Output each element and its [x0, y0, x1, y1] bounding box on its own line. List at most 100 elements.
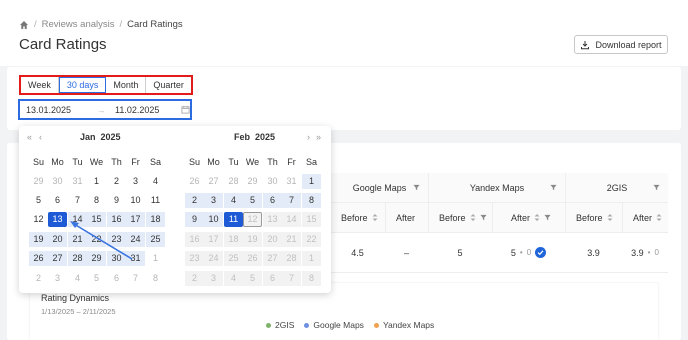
filter-icon[interactable]	[653, 184, 660, 191]
calendar-day[interactable]: 1	[302, 174, 321, 189]
calendar-day[interactable]: 21	[68, 232, 87, 247]
calendar-day[interactable]: 10	[126, 193, 145, 208]
legend-item-2gis[interactable]: 2GIS	[266, 320, 294, 330]
sort-icon[interactable]	[607, 213, 613, 222]
col-2gis-before[interactable]: Before	[565, 203, 622, 233]
range-end-input[interactable]: 11.02.2025	[115, 105, 175, 115]
sort-icon[interactable]	[656, 213, 662, 222]
calendar-day[interactable]: 7	[126, 271, 145, 286]
calendar-day[interactable]: 6	[107, 271, 126, 286]
col-yandex-after[interactable]: After	[492, 203, 565, 233]
calendar-day[interactable]: 18	[146, 212, 165, 227]
calendar-day[interactable]: 8	[302, 193, 321, 208]
calendar-day[interactable]: 28	[68, 251, 87, 266]
period-selector: Week 30 days Month Quarter	[19, 75, 193, 95]
calendar-day[interactable]: 7	[68, 193, 87, 208]
sort-icon[interactable]	[470, 213, 476, 222]
calendar-day[interactable]: 10	[204, 212, 223, 227]
calendar-day[interactable]: 30	[263, 174, 282, 189]
calendar-day[interactable]: 26	[185, 174, 204, 189]
calendar-day[interactable]: 1	[146, 251, 165, 266]
calendar-day: 8	[302, 271, 321, 286]
calendar-day[interactable]: 9	[185, 212, 204, 227]
breadcrumb-parent[interactable]: Reviews analysis	[42, 19, 115, 30]
calendar-day[interactable]: 26	[29, 251, 48, 266]
calendar-day[interactable]: 31	[126, 251, 145, 266]
calendar-day[interactable]: 16	[107, 212, 126, 227]
calendar-day[interactable]: 27	[48, 251, 67, 266]
calendar-day[interactable]: 28	[224, 174, 243, 189]
calendar-day[interactable]: 7	[282, 193, 301, 208]
download-report-button[interactable]: Download report	[574, 35, 668, 54]
calendar-day[interactable]: 19	[29, 232, 48, 247]
sort-icon[interactable]	[534, 213, 540, 222]
calendar-day[interactable]: 4	[68, 271, 87, 286]
calendar-day[interactable]: 13	[48, 212, 67, 227]
calendar-day[interactable]: 9	[107, 193, 126, 208]
calendar-day[interactable]: 3	[204, 193, 223, 208]
prev-year-icon[interactable]: «	[27, 132, 32, 142]
calendar-day[interactable]: 31	[282, 174, 301, 189]
calendar-day[interactable]: 4	[224, 193, 243, 208]
period-week[interactable]: Week	[21, 77, 59, 93]
calendar-day[interactable]: 5	[29, 193, 48, 208]
calendar-day[interactable]: 12	[29, 212, 48, 227]
calendar-day[interactable]: 6	[48, 193, 67, 208]
calendar-day[interactable]: 29	[243, 174, 262, 189]
range-start-input[interactable]: 13.01.2025	[26, 105, 92, 115]
calendar-day[interactable]: 27	[204, 174, 223, 189]
col-2gis-after[interactable]: After	[622, 203, 668, 233]
weekday-left-we: We	[89, 157, 104, 167]
filter-icon[interactable]	[544, 213, 551, 222]
calendar-day: 20	[263, 232, 282, 247]
calendar-day[interactable]: 20	[48, 232, 67, 247]
calendar-day[interactable]: 2	[185, 193, 204, 208]
date-range-picker[interactable]: 13.01.2025 → 11.02.2025	[18, 99, 192, 120]
calendar-day[interactable]: 25	[146, 232, 165, 247]
col-google-before[interactable]: Before	[330, 203, 385, 233]
col-google-after[interactable]: After	[385, 203, 428, 233]
calendar-day[interactable]: 24	[126, 232, 145, 247]
calendar-day[interactable]: 29	[87, 251, 106, 266]
calendar-day[interactable]: 30	[48, 174, 67, 189]
filter-icon[interactable]	[413, 184, 420, 191]
legend-item-yandex-maps[interactable]: Yandex Maps	[373, 320, 434, 330]
calendar-day[interactable]: 3	[48, 271, 67, 286]
calendar-day[interactable]: 8	[87, 193, 106, 208]
calendar-day[interactable]: 30	[107, 251, 126, 266]
prev-month-icon[interactable]: ‹	[39, 132, 42, 142]
calendar-day: 23	[185, 251, 204, 266]
calendar-day[interactable]: 5	[87, 271, 106, 286]
calendar-day[interactable]: 3	[126, 174, 145, 189]
calendar-day[interactable]: 22	[87, 232, 106, 247]
calendar-day[interactable]: 2	[107, 174, 126, 189]
col-yandex-before[interactable]: Before	[428, 203, 492, 233]
calendar-day[interactable]: 15	[87, 212, 106, 227]
calendar-day: 24	[204, 251, 223, 266]
calendar-day[interactable]: 8	[146, 271, 165, 286]
calendar-day[interactable]: 23	[107, 232, 126, 247]
period-30-days[interactable]: 30 days	[58, 77, 107, 93]
calendar-day[interactable]: 29	[29, 174, 48, 189]
filter-icon[interactable]	[479, 213, 487, 222]
sort-icon[interactable]	[372, 213, 378, 222]
home-icon[interactable]	[19, 20, 29, 30]
active-input-underline	[19, 118, 89, 120]
calendar-day[interactable]: 17	[126, 212, 145, 227]
legend-item-google-maps[interactable]: Google Maps	[304, 320, 364, 330]
next-month-icon[interactable]: ›	[307, 132, 310, 142]
next-year-icon[interactable]: »	[316, 132, 321, 142]
period-month[interactable]: Month	[106, 77, 147, 93]
calendar-day[interactable]: 2	[29, 271, 48, 286]
filter-icon[interactable]	[550, 184, 557, 191]
calendar-day[interactable]: 5	[243, 193, 262, 208]
calendar-day[interactable]: 6	[263, 193, 282, 208]
calendar-day[interactable]: 4	[146, 174, 165, 189]
calendar-day[interactable]: 11	[224, 212, 243, 227]
period-quarter[interactable]: Quarter	[146, 77, 191, 93]
weekday-left-su: Su	[32, 157, 44, 167]
calendar-day[interactable]: 14	[68, 212, 87, 227]
calendar-day[interactable]: 11	[146, 193, 165, 208]
calendar-day[interactable]: 1	[87, 174, 106, 189]
calendar-day[interactable]: 31	[68, 174, 87, 189]
